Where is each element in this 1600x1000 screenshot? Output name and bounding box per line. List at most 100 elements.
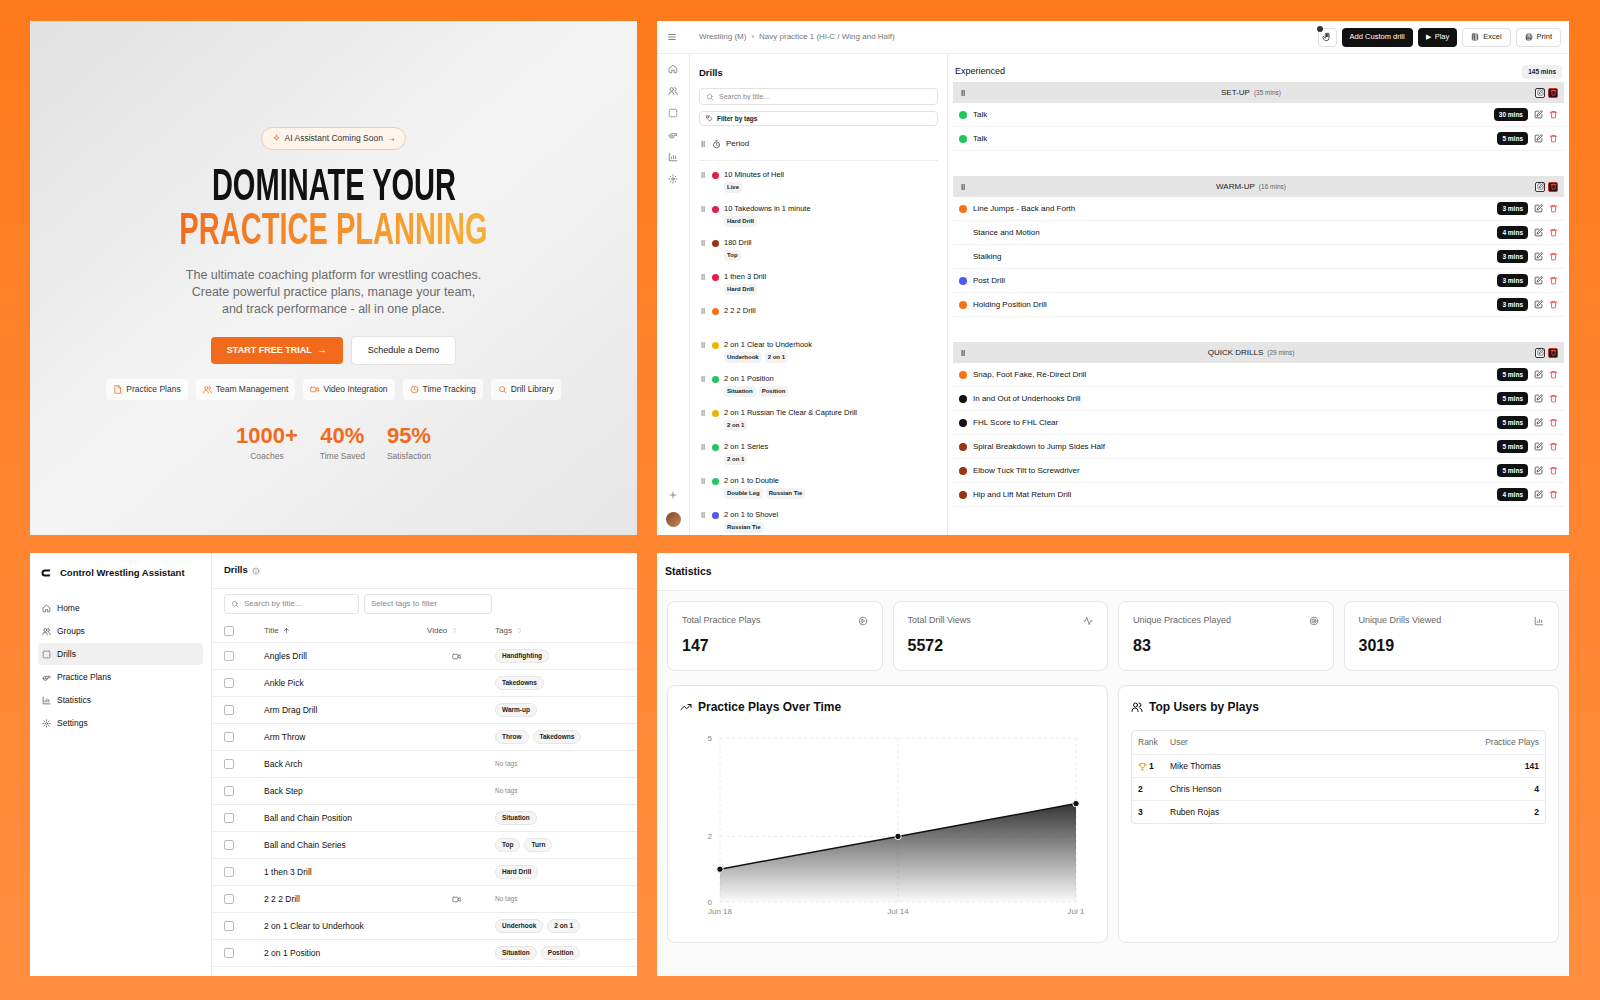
edit-icon[interactable]: [1534, 394, 1543, 403]
table-row[interactable]: Ball and Chain PositionSituation: [212, 805, 637, 832]
row-checkbox[interactable]: [224, 678, 234, 688]
plan-drill-row[interactable]: Post Drill3 mins: [953, 269, 1564, 293]
drill-title[interactable]: 2 on 1 Position: [264, 947, 427, 960]
drills-icon[interactable]: [668, 108, 678, 118]
sidebar-item[interactable]: Drills: [38, 643, 203, 665]
table-row[interactable]: 2 2 2 DrillNo tags: [212, 886, 637, 913]
table-row[interactable]: Back StepNo tags: [212, 778, 637, 805]
toolbar-button[interactable]: Print: [1516, 28, 1561, 47]
section-header[interactable]: WARM-UP(16 mins): [953, 176, 1564, 197]
row-checkbox[interactable]: [224, 813, 234, 823]
ai-badge[interactable]: AI Assistant Coming Soon→: [261, 127, 407, 150]
row-checkbox[interactable]: [224, 626, 234, 636]
plan-drill-row[interactable]: In and Out of Underhooks Drill5 mins: [953, 387, 1564, 411]
row-checkbox[interactable]: [224, 948, 234, 958]
drill-item[interactable]: 10 Minutes of HellLive: [699, 169, 938, 203]
sidebar-item[interactable]: Settings: [38, 712, 203, 734]
plan-drill-row[interactable]: Talk5 mins: [953, 127, 1564, 151]
trash-icon[interactable]: [1549, 466, 1558, 475]
edit-icon[interactable]: [1534, 442, 1543, 451]
plan-drill-row[interactable]: Talk30 mins: [953, 103, 1564, 127]
plan-drill-row[interactable]: Elbow Tuck Tilt to Screwdriver5 mins: [953, 459, 1564, 483]
section-edit-button[interactable]: [1535, 182, 1545, 192]
row-checkbox[interactable]: [224, 894, 234, 904]
drill-title[interactable]: Ball and Chain Position: [264, 812, 427, 825]
column-header[interactable]: Tags: [495, 625, 629, 637]
row-checkbox[interactable]: [224, 705, 234, 715]
edit-icon[interactable]: [1534, 490, 1543, 499]
column-header[interactable]: Video: [427, 625, 495, 637]
sidebar-item[interactable]: Practice Plans: [38, 666, 203, 688]
trash-icon[interactable]: [1549, 252, 1558, 261]
whistle-icon[interactable]: [668, 130, 678, 140]
tags-input[interactable]: [371, 598, 485, 610]
section-header[interactable]: SET-UP(35 mins): [953, 82, 1564, 103]
sort-icon[interactable]: [283, 627, 290, 634]
breadcrumb-item[interactable]: Wrestling (M): [699, 31, 746, 43]
trash-icon[interactable]: [1549, 134, 1558, 143]
schedule-demo-button[interactable]: Schedule a Demo: [351, 336, 457, 366]
trash-icon[interactable]: [1549, 228, 1558, 237]
toolbar-button[interactable]: ▶Play: [1418, 28, 1458, 47]
edit-icon[interactable]: [1534, 466, 1543, 475]
edit-icon[interactable]: [1534, 370, 1543, 379]
drill-item[interactable]: 2 on 1 Series2 on 1: [699, 441, 938, 475]
drill-item[interactable]: 2 on 1 to ShovelRussian Tie: [699, 509, 938, 535]
table-row[interactable]: Angles DrillHandfighting: [212, 643, 637, 670]
row-checkbox[interactable]: [224, 651, 234, 661]
plan-drill-row[interactable]: Snap, Foot Fake, Re-Direct Drill5 mins: [953, 363, 1564, 387]
sort-icon[interactable]: [516, 627, 523, 634]
plan-drill-row[interactable]: FHL Score to FHL Clear5 mins: [953, 411, 1564, 435]
section-header[interactable]: QUICK DRILLS(29 mins): [953, 342, 1564, 363]
drill-title[interactable]: Back Step: [264, 785, 427, 798]
trash-icon[interactable]: [1549, 204, 1558, 213]
drill-item[interactable]: 10 Takedowns in 1 minuteHard Drill: [699, 203, 938, 237]
section-edit-button[interactable]: [1535, 348, 1545, 358]
users-icon[interactable]: [668, 86, 678, 96]
row-checkbox[interactable]: [224, 759, 234, 769]
drill-title[interactable]: Arm Throw: [264, 731, 427, 744]
trash-icon[interactable]: [1549, 418, 1558, 427]
table-row[interactable]: 1 then 3 DrillHard Drill: [212, 859, 637, 886]
home-icon[interactable]: [668, 64, 678, 74]
edit-icon[interactable]: [1534, 204, 1543, 213]
column-header[interactable]: Title: [264, 625, 427, 637]
video-icon[interactable]: [452, 652, 461, 661]
drill-item[interactable]: 2 on 1 to DoubleDouble LegRussian Tie: [699, 475, 938, 509]
plan-drill-row[interactable]: Line Jumps - Back and Forth3 mins: [953, 197, 1564, 221]
table-row[interactable]: Arm Drag DrillWarm-up: [212, 697, 637, 724]
avatar[interactable]: [666, 512, 681, 527]
search-input[interactable]: [719, 92, 931, 103]
drill-title[interactable]: Ankle Pick: [264, 677, 427, 690]
row-checkbox[interactable]: [224, 840, 234, 850]
edit-icon[interactable]: [1534, 276, 1543, 285]
plan-drill-row[interactable]: Stalking3 mins: [953, 245, 1564, 269]
drill-title[interactable]: 2 2 2 Drill: [264, 893, 427, 906]
drill-title[interactable]: Angles Drill: [264, 650, 427, 663]
sort-icon[interactable]: [451, 627, 458, 634]
plan-drill-row[interactable]: Spiral Breakdown to Jump Sides Half5 min…: [953, 435, 1564, 459]
breadcrumb-item[interactable]: Navy practice 1 (Hi-C / Wing and Half): [759, 31, 895, 43]
filter-tags-button[interactable]: Filter by tags: [699, 111, 938, 126]
edit-icon[interactable]: [1534, 418, 1543, 427]
drill-title[interactable]: 1 then 3 Drill: [264, 866, 427, 879]
plan-drill-row[interactable]: Stance and Motion4 mins: [953, 221, 1564, 245]
section-delete-button[interactable]: [1548, 88, 1558, 98]
search-input[interactable]: [244, 598, 352, 610]
sidebar-item[interactable]: Groups: [38, 620, 203, 642]
drill-item[interactable]: 2 on 1 Clear to UnderhookUnderhook2 on 1: [699, 339, 938, 373]
table-row[interactable]: 2 on 1 Clear to UnderhookUnderhook2 on 1: [212, 913, 637, 940]
hand-button[interactable]: [1318, 28, 1337, 47]
table-row[interactable]: Ball and Chain SeriesTopTurn: [212, 832, 637, 859]
section-delete-button[interactable]: [1548, 348, 1558, 358]
edit-icon[interactable]: [1534, 134, 1543, 143]
drill-item[interactable]: 1 then 3 DrillHard Drill: [699, 271, 938, 305]
gear-icon[interactable]: [668, 174, 678, 184]
toolbar-button[interactable]: Excel: [1462, 28, 1510, 47]
plan-drill-row[interactable]: Holding Position Drill3 mins: [953, 293, 1564, 317]
drill-item[interactable]: 2 2 2 Drill: [699, 305, 938, 339]
row-checkbox[interactable]: [224, 867, 234, 877]
row-checkbox[interactable]: [224, 786, 234, 796]
sidebar-item[interactable]: Home: [38, 597, 203, 619]
chart-icon[interactable]: [668, 152, 678, 162]
